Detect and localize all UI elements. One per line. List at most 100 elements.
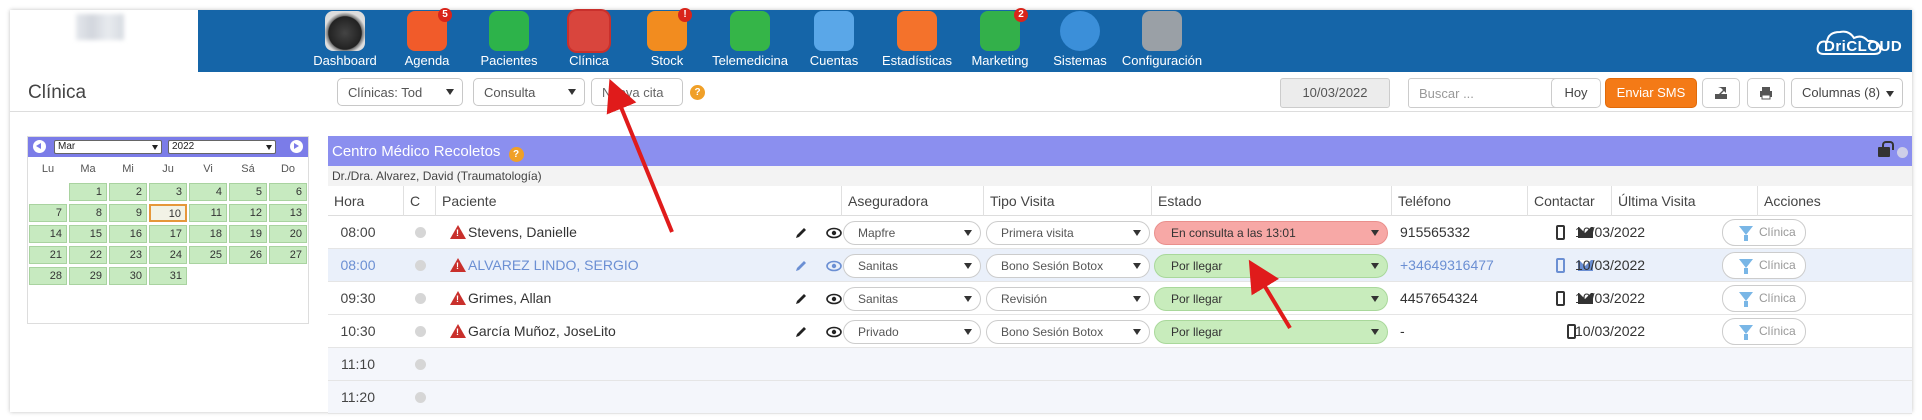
table-row[interactable]: 10:30 García Muñoz, JoseLito Privado Bon… [328,315,1912,348]
phone-icon[interactable] [1556,258,1565,273]
calendar-day[interactable]: 28 [29,267,67,285]
column-header-paciente[interactable]: Paciente [436,186,842,216]
phone-icon[interactable] [1556,291,1565,306]
column-header-telefono[interactable]: Teléfono [1392,186,1528,216]
help-icon[interactable]: ? [508,147,524,162]
tipo-select[interactable]: Consulta [473,78,585,106]
table-row[interactable]: 08:00 ALVAREZ LINDO, SERGIO Sanitas Bono… [328,249,1912,282]
patient-name[interactable]: García Muñoz, JoseLito [468,315,616,348]
patient-name[interactable]: Grimes, Allan [468,282,551,315]
aseguradora-select[interactable]: Mapfre [843,221,981,245]
columnas-select[interactable]: Columnas (8) [1791,78,1903,108]
calendar-day[interactable]: 20 [269,225,307,243]
calendar-day[interactable]: 6 [269,183,307,201]
column-header-ultima-visita[interactable]: Última Visita [1612,186,1758,216]
print-button[interactable] [1747,78,1785,108]
column-header-aseguradora[interactable]: Aseguradora [842,186,984,216]
prev-month-button[interactable] [33,140,46,153]
hoy-button[interactable]: Hoy [1551,78,1601,108]
status-dot[interactable] [415,293,426,304]
nav-configuracion[interactable]: Configuración [1118,10,1206,72]
status-dot[interactable] [415,359,426,370]
lock-icon[interactable] [1878,141,1894,157]
calendar-day[interactable]: 25 [189,246,227,264]
pencil-icon[interactable] [794,292,808,306]
status-dot[interactable] [415,392,426,403]
calendar-day[interactable]: 15 [69,225,107,243]
estado-select[interactable]: Por llegar [1154,320,1388,344]
month-select[interactable]: Mar [54,140,162,154]
calendar-day[interactable]: 9 [109,204,147,222]
tipo-visita-select[interactable]: Revisión [986,287,1150,311]
status-dot[interactable] [415,326,426,337]
settings-icon[interactable] [1897,147,1908,158]
calendar-day[interactable]: 13 [269,204,307,222]
calendar-day[interactable]: 31 [149,267,187,285]
status-dot[interactable] [415,260,426,271]
calendar-day[interactable]: 4 [189,183,227,201]
estado-select[interactable]: En consulta a las 13:01 [1154,221,1388,245]
calendar-day-today[interactable]: 10 [149,204,187,222]
calendar-day[interactable]: 19 [229,225,267,243]
nav-dashboard[interactable]: Dashboard [312,10,378,72]
year-select[interactable]: 2022 [168,140,276,154]
calendar-day[interactable]: 2 [109,183,147,201]
export-button[interactable] [1702,78,1740,108]
column-header-estado[interactable]: Estado [1152,186,1392,216]
column-header-contactar[interactable]: Contactar [1528,186,1612,216]
eye-icon[interactable] [826,292,842,306]
nav-estadisticas[interactable]: Estadísticas [878,10,956,72]
calendar-day[interactable]: 27 [269,246,307,264]
status-dot[interactable] [415,227,426,238]
estado-select[interactable]: Por llegar [1154,254,1388,278]
table-row[interactable]: 08:00 Stevens, Danielle Mapfre Primera v… [328,216,1912,249]
tipo-visita-select[interactable]: Bono Sesión Botox [986,320,1150,344]
calendar-day[interactable]: 30 [109,267,147,285]
enviar-sms-button[interactable]: Enviar SMS [1605,78,1697,108]
calendar-day[interactable]: 17 [149,225,187,243]
calendar-day[interactable]: 1 [69,183,107,201]
phone-icon[interactable] [1556,225,1565,240]
calendar-day[interactable]: 29 [69,267,107,285]
aseguradora-select[interactable]: Sanitas [843,254,981,278]
clinica-action-button[interactable]: Clínica [1722,318,1806,345]
pencil-icon[interactable] [794,259,808,273]
calendar-day[interactable]: 23 [109,246,147,264]
nueva-cita-button[interactable]: Nueva cita [591,78,683,106]
nav-telemedicina[interactable]: Telemedicina [704,10,796,72]
nav-stock[interactable]: ! Stock [640,8,694,72]
column-header-c[interactable]: C [404,186,436,216]
help-icon[interactable]: ? [690,85,705,100]
empty-row[interactable]: 11:20 [328,381,1912,414]
clinicas-select[interactable]: Clínicas: Tod [337,78,463,106]
nav-pacientes[interactable]: Pacientes [476,10,542,72]
table-row[interactable]: 09:30 Grimes, Allan Sanitas Revisión Por… [328,282,1912,315]
clinica-action-button[interactable]: Clínica [1722,285,1806,312]
tipo-visita-select[interactable]: Primera visita [986,221,1150,245]
calendar-day[interactable]: 26 [229,246,267,264]
calendar-day[interactable]: 22 [69,246,107,264]
calendar-day[interactable]: 11 [189,204,227,222]
pencil-icon[interactable] [794,226,808,240]
calendar-day[interactable]: 24 [149,246,187,264]
calendar-day[interactable]: 14 [29,225,67,243]
next-month-button[interactable] [290,140,303,153]
nav-marketing[interactable]: 2 Marketing [966,8,1034,72]
calendar-day[interactable]: 12 [229,204,267,222]
empty-row[interactable]: 11:10 [328,348,1912,381]
eye-icon[interactable] [826,226,842,240]
clinica-action-button[interactable]: Clínica [1722,219,1806,246]
patient-name[interactable]: ALVAREZ LINDO, SERGIO [468,249,639,282]
nav-clinica[interactable]: Clínica [560,10,618,72]
eye-icon[interactable] [826,325,842,339]
nav-agenda[interactable]: 5 Agenda [398,8,456,72]
date-field[interactable]: 10/03/2022 [1280,78,1390,108]
eye-icon[interactable] [826,259,842,273]
clinica-action-button[interactable]: Clínica [1722,252,1806,279]
patient-name[interactable]: Stevens, Danielle [468,216,577,249]
calendar-day[interactable]: 16 [109,225,147,243]
aseguradora-select[interactable]: Sanitas [843,287,981,311]
estado-select[interactable]: Por llegar [1154,287,1388,311]
aseguradora-select[interactable]: Privado [843,320,981,344]
column-header-hora[interactable]: Hora [328,186,404,216]
